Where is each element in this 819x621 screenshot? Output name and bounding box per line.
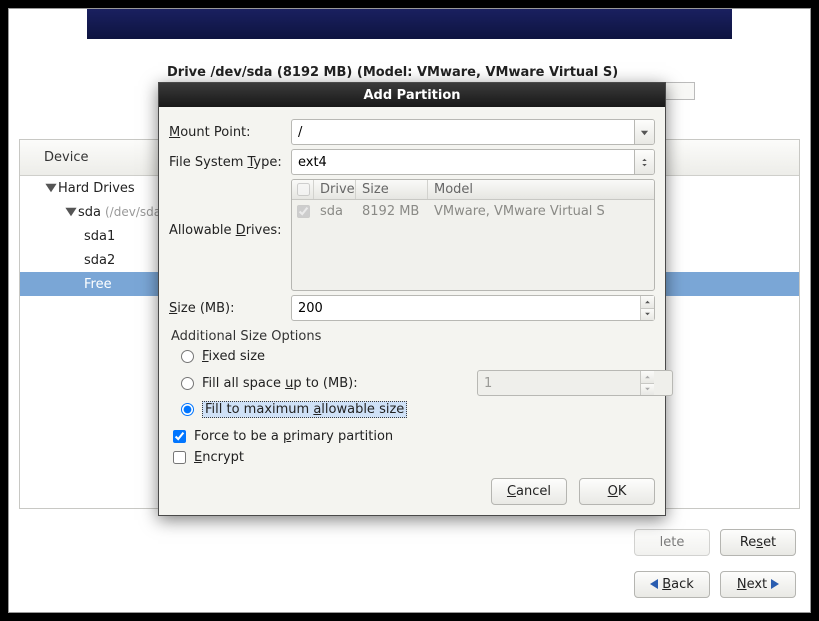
drive-row-sda[interactable]: sda 8192 MB VMware, VMware Virtual S	[292, 200, 654, 222]
arrow-right-icon	[771, 579, 779, 589]
spin-down-icon	[640, 384, 654, 396]
radio-fill-up-to[interactable]: Fill all space up to (MB):	[169, 367, 655, 399]
size-options-group: Additional Size Options	[171, 329, 655, 344]
allowable-drives-label: Allowable Drives:	[169, 179, 283, 238]
col-size[interactable]: Size	[356, 180, 428, 199]
banner	[87, 9, 732, 39]
device-path: (/dev/sda)	[105, 205, 166, 219]
chevron-down-icon[interactable]	[64, 205, 78, 219]
spin-up-icon	[640, 371, 654, 384]
col-model[interactable]: Model	[428, 180, 654, 199]
next-button[interactable]: Next	[720, 571, 796, 598]
dialog-title: Add Partition	[159, 83, 665, 107]
spin-up-icon[interactable]	[640, 296, 654, 309]
add-partition-dialog: Add Partition Mount Point: File System T…	[158, 82, 666, 516]
ok-button[interactable]: OK	[579, 478, 655, 505]
allowable-drives-table[interactable]: Drive Size Model sda 8192 MB VMware, VMw…	[291, 179, 655, 291]
drives-checkall	[297, 183, 310, 196]
fs-type-select[interactable]	[291, 149, 655, 175]
back-button[interactable]: Back	[634, 571, 710, 598]
spinner-icon[interactable]	[634, 150, 654, 174]
drive-checkbox	[297, 205, 310, 218]
fs-type-label: File System Type:	[169, 155, 283, 170]
drive-summary: Drive /dev/sda (8192 MB) (Model: VMware,…	[167, 65, 618, 80]
check-encrypt[interactable]: Encrypt	[169, 447, 655, 468]
size-label: Size (MB):	[169, 301, 283, 316]
tree-col-device[interactable]: Device	[20, 150, 112, 165]
spin-down-icon[interactable]	[640, 309, 654, 321]
delete-button[interactable]: lete	[634, 529, 710, 556]
chevron-down-icon[interactable]	[634, 120, 654, 144]
radio-fixed-size[interactable]: Fixed size	[169, 346, 655, 367]
size-input[interactable]	[291, 295, 655, 321]
mount-point-input[interactable]	[292, 120, 634, 144]
reset-button[interactable]: Reset	[720, 529, 796, 556]
radio-fill-max[interactable]: Fill to maximum allowable size	[169, 399, 655, 420]
cancel-button[interactable]: Cancel	[491, 478, 567, 505]
fs-type-value[interactable]	[292, 150, 634, 174]
check-primary[interactable]: Force to be a primary partition	[169, 426, 655, 447]
arrow-left-icon	[650, 579, 658, 589]
chevron-down-icon[interactable]	[44, 181, 58, 195]
mount-point-label: Mount Point:	[169, 125, 283, 140]
col-drive[interactable]: Drive	[314, 180, 356, 199]
mount-point-combo[interactable]	[291, 119, 655, 145]
